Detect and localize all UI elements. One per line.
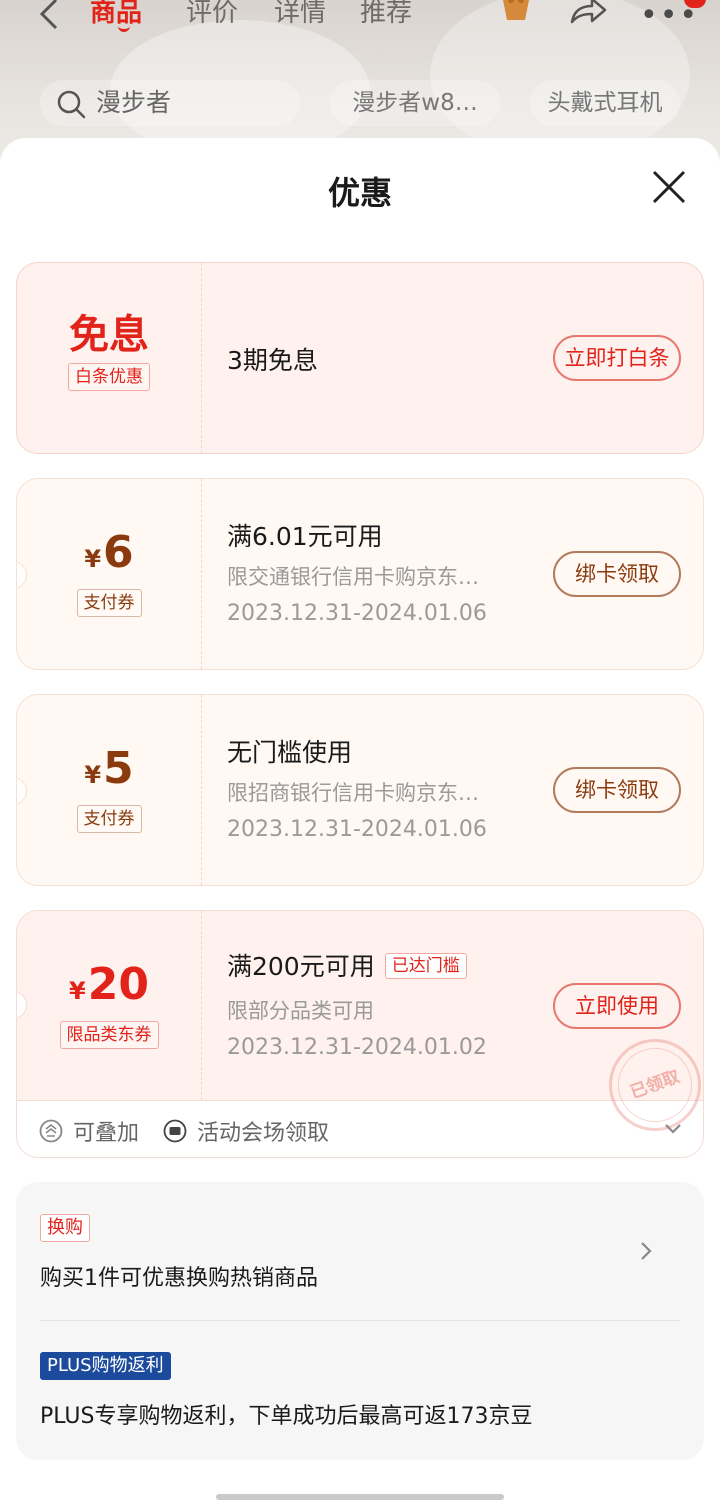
home-indicator[interactable] [216, 1494, 504, 1500]
coupon-type-tag: 限品类东券 [59, 1021, 159, 1049]
divider [40, 1320, 680, 1321]
swap-offer-row[interactable]: 换购 购买1件可优惠换购热销商品 [16, 1182, 704, 1320]
close-icon[interactable] [650, 168, 688, 206]
coupon-restriction: 限招商银行信用卡购京东… [227, 781, 479, 805]
search-placeholder: 漫步者 [96, 88, 172, 117]
swap-offer-text: 购买1件可优惠换购热销商品 [40, 1266, 318, 1291]
bind-card-claim-button[interactable]: 绑卡领取 [553, 551, 681, 597]
active-tab-indicator [118, 26, 130, 32]
stackable-icon [39, 1119, 63, 1143]
coupon-condition: 3期免息 [227, 346, 318, 375]
coupon-validity-date: 2023.12.31-2024.01.06 [227, 817, 487, 842]
discount-sheet: 优惠 免息 白条优惠 3期免息 立即打白条 ¥6 支付券 满6.01元可用 限交… [0, 138, 720, 1500]
coupon-card-body: ¥20 限品类东券 满200元可用 已达门槛 限部分品类可用 2023.12.31… [17, 911, 703, 1144]
coupon-type-tag: 白条优惠 [68, 363, 150, 391]
coupon-value: ¥20 限品类东券 [17, 911, 201, 1100]
coupon-restriction: 限部分品类可用 [227, 999, 374, 1023]
chevron-down-icon[interactable] [663, 1121, 683, 1137]
coupon-card-payment-6: ¥6 支付券 满6.01元可用 限交通银行信用卡购京东… 2023.12.31-… [16, 478, 704, 670]
sheet-title: 优惠 [327, 174, 392, 212]
coupon-condition: 满200元可用 [227, 952, 375, 981]
swap-tag: 换购 [40, 1214, 90, 1242]
tab-reviews[interactable]: 评价 [186, 0, 238, 29]
top-navigation: 商品 评价 详情 推荐 ••• [0, 0, 720, 40]
currency-symbol: ¥ [69, 977, 86, 1005]
coupon-divider [201, 911, 202, 1100]
coupon-validity-date: 2023.12.31-2024.01.02 [227, 1035, 487, 1060]
search-input[interactable]: 漫步者 [40, 80, 300, 126]
coupon-condition: 满6.01元可用 [227, 522, 383, 551]
coupon-validity-date: 2023.12.31-2024.01.06 [227, 601, 487, 626]
tab-product[interactable]: 商品 [90, 0, 142, 29]
coupon-amount-value: 5 [103, 743, 134, 794]
claimed-stamp: 已领取 [596, 1026, 703, 1144]
coupon-amount: ¥20 [17, 959, 201, 1017]
cart-icon[interactable] [500, 0, 532, 24]
coupon-type-tag: 支付券 [76, 805, 142, 833]
plus-rebate-text: PLUS专享购物返利，下单成功后最高可返173京豆 [40, 1404, 533, 1429]
share-icon[interactable] [568, 0, 608, 26]
coupon-card-payment-5: ¥5 支付券 无门槛使用 限招商银行信用卡购京东… 2023.12.31-202… [16, 694, 704, 886]
coupon-amount-value: 6 [103, 527, 134, 578]
coupon-amount: ¥5 [17, 743, 201, 801]
coupon-divider [201, 695, 202, 885]
coupon-amount-value: 20 [87, 959, 149, 1010]
search-icon [57, 90, 86, 119]
use-baitiao-button[interactable]: 立即打白条 [553, 335, 681, 381]
search-suggestion-chip[interactable]: 头戴式耳机 [530, 80, 680, 126]
currency-symbol: ¥ [84, 761, 102, 789]
coupon-restriction: 限交通银行信用卡购京东… [227, 565, 479, 589]
venue-claim-label: 活动会场领取 [197, 1121, 330, 1146]
coupon-type-tag: 支付券 [76, 589, 142, 617]
stackable-label: 可叠加 [73, 1121, 140, 1146]
tab-details[interactable]: 详情 [274, 0, 326, 29]
use-now-button[interactable]: 立即使用 [553, 983, 681, 1029]
coupon-value: 免息 白条优惠 [17, 263, 201, 453]
coupon-divider [201, 263, 202, 453]
coupon-card-interest-free: 免息 白条优惠 3期免息 立即打白条 [16, 262, 704, 454]
coupon-value: ¥5 支付券 [17, 695, 201, 885]
coupon-divider [201, 479, 202, 669]
threshold-reached-tag: 已达门槛 [384, 953, 467, 979]
plus-rebate-tag: PLUS购物返利 [40, 1352, 171, 1380]
bind-card-claim-button[interactable]: 绑卡领取 [553, 767, 681, 813]
coupon-amount: 免息 [69, 312, 149, 358]
chevron-right-icon[interactable] [638, 1240, 654, 1262]
coupon-condition-row: 满200元可用 已达门槛 [227, 947, 467, 983]
back-arrow-icon[interactable] [36, 0, 64, 30]
extra-offers-panel: 换购 购买1件可优惠换购热销商品 PLUS购物返利 PLUS专享购物返利，下单成… [16, 1182, 704, 1460]
currency-symbol: ¥ [84, 545, 102, 573]
search-suggestion-chip[interactable]: 漫步者w8… [330, 80, 500, 126]
tab-recommend[interactable]: 推荐 [360, 0, 412, 29]
venue-ticket-icon [163, 1119, 187, 1143]
coupon-value: ¥6 支付券 [17, 479, 201, 669]
coupon-amount: ¥6 [17, 527, 201, 585]
coupon-card-category-20: ¥20 限品类东券 满200元可用 已达门槛 限部分品类可用 2023.12.31… [16, 910, 704, 1158]
coupon-condition: 无门槛使用 [227, 738, 353, 767]
